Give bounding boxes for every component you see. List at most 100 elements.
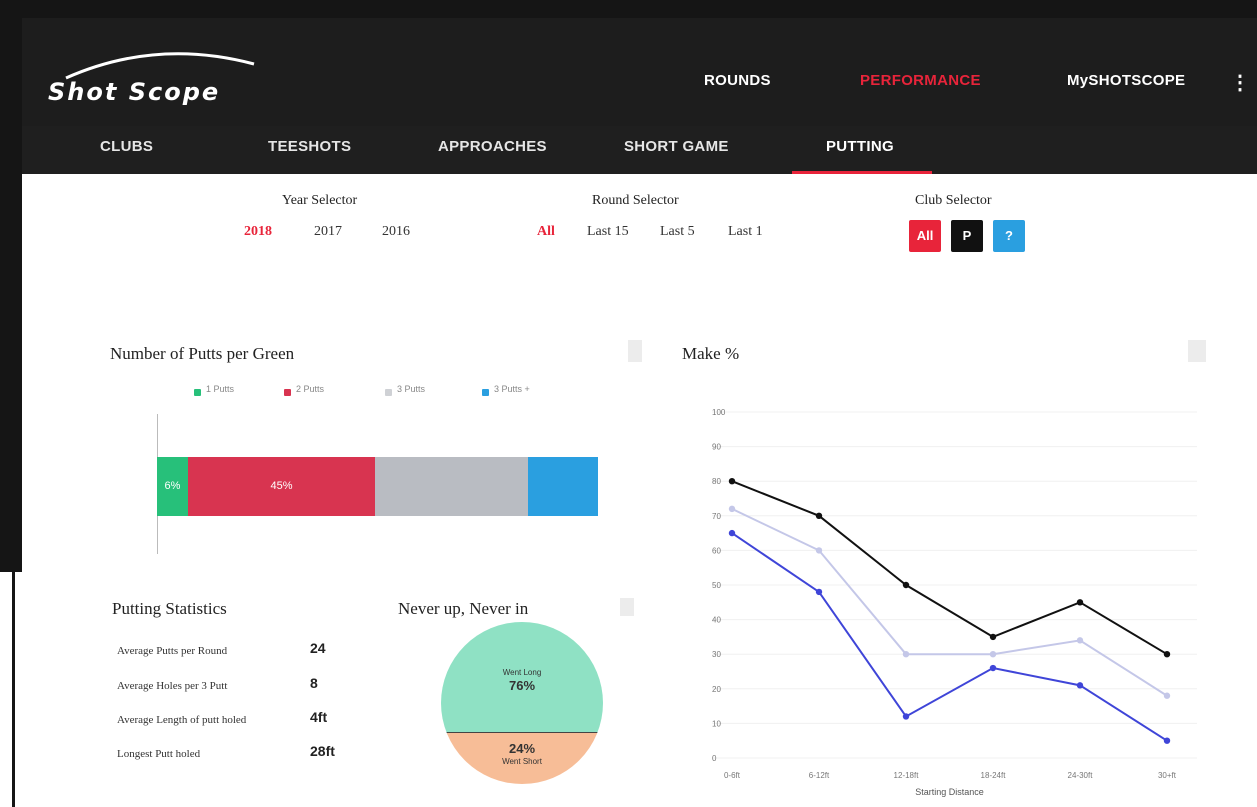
tab-approaches[interactable]: APPROACHES	[438, 138, 547, 155]
legend-label-3-putts-plus[interactable]: 3 Putts +	[494, 384, 530, 394]
tab-putting[interactable]: PUTTING	[826, 138, 894, 155]
stat-label-longest-putt: Longest Putt holed	[117, 748, 201, 760]
y-tick-label: 20	[712, 685, 721, 694]
kebab-menu-icon[interactable]: ⋮	[1230, 70, 1250, 95]
backdrop-edge	[12, 572, 15, 807]
series-2-point[interactable]	[1076, 637, 1084, 644]
never-up-card-title: Never up, Never in	[398, 599, 529, 618]
year-option-2017[interactable]: 2017	[314, 224, 342, 240]
series-1-point[interactable]	[1076, 599, 1084, 606]
top-navigation-bar: Shot Scope ROUNDS PERFORMANCE MySHOTSCOP…	[22, 18, 1257, 126]
stat-value-holes-per-3-putt: 8	[310, 675, 318, 691]
bar-segment-3-putts-plus[interactable]	[528, 457, 598, 516]
y-tick-label: 50	[712, 581, 721, 590]
stat-label-avg-putts: Average Putts per Round	[117, 645, 228, 657]
club-button-other[interactable]: ?	[993, 220, 1025, 252]
pie-label-went-short: Went Short	[502, 757, 542, 766]
stat-value-avg-putts: 24	[310, 640, 326, 656]
x-axis-label: Starting Distance	[915, 787, 984, 797]
club-button-all[interactable]: All	[909, 220, 941, 252]
series-2-point[interactable]	[1163, 692, 1171, 699]
legend-label-2-putts[interactable]: 2 Putts	[296, 384, 324, 394]
x-tick-label: 12-18ft	[894, 771, 920, 780]
pie-divider	[441, 732, 603, 733]
series-3-point[interactable]	[902, 713, 910, 720]
tab-short-game[interactable]: SHORT GAME	[624, 138, 729, 155]
stat-label-avg-length-holed: Average Length of putt holed	[117, 714, 247, 726]
y-tick-label: 100	[712, 408, 726, 417]
backdrop-left	[0, 0, 22, 572]
chart-menu-icon[interactable]	[1188, 340, 1206, 362]
round-option-last-5[interactable]: Last 5	[660, 224, 695, 240]
x-tick-label: 24-30ft	[1068, 771, 1094, 780]
series-1-point[interactable]	[989, 633, 997, 641]
nav-myshotscope[interactable]: MySHOTSCOPE	[1067, 72, 1185, 89]
series-2-point[interactable]	[815, 547, 823, 554]
active-tab-indicator	[792, 171, 932, 174]
stats-card-title: Putting Statistics	[112, 599, 227, 618]
stat-value-avg-length-holed: 4ft	[310, 709, 328, 725]
legend-swatch-2-putts	[284, 389, 291, 396]
round-option-last-1[interactable]: Last 1	[728, 224, 763, 240]
series-line-3[interactable]	[731, 532, 1168, 742]
year-selector-title: Year Selector	[282, 193, 358, 208]
pie-value-went-long: 76%	[508, 678, 536, 693]
year-option-2018[interactable]: 2018	[244, 224, 272, 240]
card-menu-icon[interactable]	[620, 598, 634, 616]
legend-label-1-putt[interactable]: 1 Putts	[206, 384, 234, 394]
bar-segment-1-putt[interactable]: 6%	[157, 457, 188, 516]
series-3-point[interactable]	[815, 588, 823, 596]
series-3-point[interactable]	[1163, 737, 1171, 744]
card-menu-icon[interactable]	[628, 340, 642, 362]
logo-text: Shot Scope	[48, 78, 221, 106]
series-1-point[interactable]	[902, 581, 910, 589]
y-tick-label: 90	[712, 443, 721, 452]
year-option-2016[interactable]: 2016	[382, 224, 410, 240]
series-3-point[interactable]	[1076, 682, 1084, 689]
series-2-point[interactable]	[989, 651, 997, 658]
y-tick-label: 0	[712, 754, 717, 763]
series-2-point[interactable]	[728, 505, 736, 513]
stat-value-longest-putt: 28ft	[310, 743, 335, 759]
round-selector-title: Round Selector	[592, 193, 679, 208]
series-1-point[interactable]	[815, 512, 823, 519]
x-tick-label: 0-6ft	[724, 771, 741, 780]
series-line-2[interactable]	[731, 507, 1168, 697]
club-button-putter[interactable]: P	[951, 220, 983, 252]
y-tick-label: 70	[712, 512, 721, 521]
nav-performance[interactable]: PERFORMANCE	[860, 72, 981, 89]
pie-value-went-short: 24%	[508, 741, 536, 756]
y-tick-label: 60	[712, 546, 721, 555]
shot-scope-logo[interactable]: Shot Scope	[46, 44, 266, 108]
y-tick-label: 30	[712, 650, 721, 659]
stat-label-holes-per-3-putt: Average Holes per 3 Putt	[117, 680, 228, 692]
tab-clubs[interactable]: CLUBS	[100, 138, 153, 155]
x-tick-label: 30+ft	[1158, 771, 1177, 780]
pie-label-went-long: Went Long	[502, 668, 542, 677]
make-card-title: Make %	[682, 344, 740, 363]
series-line-1[interactable]	[731, 480, 1168, 656]
bar-segment-2-putts[interactable]: 45%	[188, 457, 375, 516]
nav-rounds[interactable]: ROUNDS	[704, 72, 771, 89]
make-percent-line-chart: 10090807060504030201000-6ft 6-12ft 12-18ft…	[712, 408, 1197, 797]
legend-label-3-putts[interactable]: 3 Putts	[397, 384, 425, 394]
series-1-point[interactable]	[728, 478, 736, 485]
never-up-pie-chart: Went Long 76% 24% Went Short	[441, 622, 603, 784]
sub-navigation-bar: CLUBS TEESHOTS APPROACHES SHORT GAME PUT…	[22, 126, 1257, 174]
putts-card-title: Number of Putts per Green	[110, 344, 295, 363]
x-tick-label: 18-24ft	[981, 771, 1007, 780]
round-option-last-15[interactable]: Last 15	[587, 224, 629, 240]
series-3-point[interactable]	[728, 529, 736, 537]
x-tick-label: 6-12ft	[809, 771, 830, 780]
app-window: Shot Scope ROUNDS PERFORMANCE MySHOTSCOP…	[22, 18, 1257, 807]
tab-teeshots[interactable]: TEESHOTS	[268, 138, 351, 155]
y-tick-label: 40	[712, 616, 721, 625]
series-2-point[interactable]	[902, 651, 910, 658]
y-tick-label: 10	[712, 719, 721, 728]
series-1-point[interactable]	[1163, 651, 1171, 658]
club-selector-title: Club Selector	[915, 193, 992, 208]
series-3-point[interactable]	[989, 664, 997, 672]
bar-segment-3-putts[interactable]	[375, 457, 528, 516]
round-option-all[interactable]: All	[537, 224, 555, 240]
legend-swatch-3-putts-plus	[482, 389, 489, 396]
